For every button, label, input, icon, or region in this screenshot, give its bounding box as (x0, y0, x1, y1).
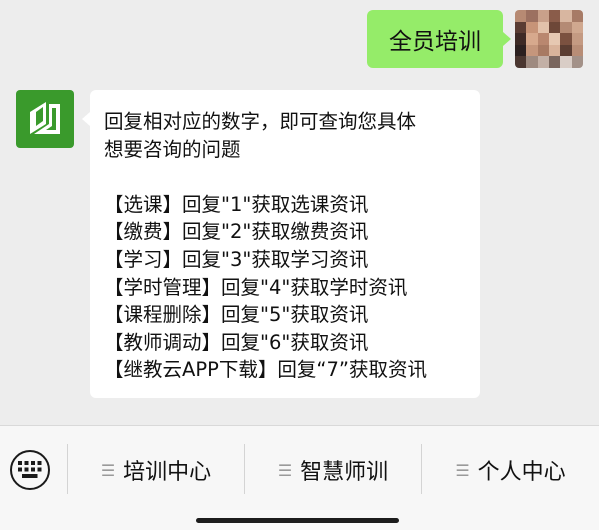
menu-item-training-center[interactable]: ☰ 培训中心 (68, 446, 244, 494)
menu-item-personal-center[interactable]: ☰ 个人中心 (422, 446, 599, 494)
menu-item-label: 智慧师训 (300, 460, 389, 485)
user-avatar[interactable] (515, 10, 583, 68)
intro-line: 想要咨询的问题 (104, 137, 241, 161)
menu-item-smart-training[interactable]: ☰ 智慧师训 (245, 446, 421, 494)
option-line: 【继教云APP下载】回复“7”获取资讯 (104, 358, 427, 382)
intro-line: 回复相对应的数字，即可查询您具体 (104, 110, 417, 133)
bottom-menu-bar: ☰ 培训中心 ☰ 智慧师训 ☰ 个人中心 (0, 425, 599, 530)
option-line: 【学时管理】回复"4"获取学时资讯 (104, 275, 408, 299)
menu-item-label: 个人中心 (477, 460, 566, 485)
option-line: 【课程删除】回复"5"获取资讯 (104, 303, 369, 327)
home-indicator[interactable] (196, 518, 399, 523)
menu-lines-icon: ☰ (100, 460, 116, 480)
menu-lines-icon: ☰ (455, 460, 470, 480)
incoming-message: 回复相对应的数字，即可查询您具体 想要咨询的问题 【选课】回复"1"获取选课资讯… (16, 90, 480, 398)
book-logo-icon (30, 102, 60, 134)
menu-item-label: 培训中心 (123, 460, 212, 485)
option-line: 【学习】回复"3"获取学习资讯 (104, 247, 369, 271)
outgoing-bubble[interactable]: 全员培训 (367, 10, 511, 68)
keyboard-icon[interactable] (10, 450, 50, 490)
option-line: 【缴费】回复"2"获取缴费资讯 (104, 220, 369, 244)
incoming-bubble[interactable]: 回复相对应的数字，即可查询您具体 想要咨询的问题 【选课】回复"1"获取选课资讯… (82, 90, 480, 398)
chat-area: 全员培训 回复相对应的数字，即可查询您具体 想要咨询的问题 【选课】回复"1"获… (0, 0, 599, 425)
bot-avatar[interactable] (16, 90, 74, 148)
option-line: 【教师调动】回复"6"获取资讯 (104, 330, 369, 354)
outgoing-message: 全员培训 (367, 10, 583, 68)
menu-lines-icon: ☰ (277, 460, 293, 480)
outgoing-text: 全员培训 (389, 29, 481, 55)
option-line: 【选课】回复"1"获取选课资讯 (104, 192, 369, 216)
